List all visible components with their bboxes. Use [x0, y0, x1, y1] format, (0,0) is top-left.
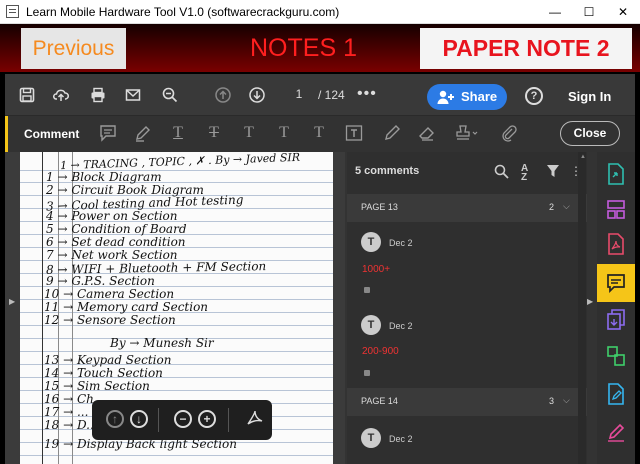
handwritten-line: 12 → Sensore Section [44, 313, 176, 327]
zoom-out-icon[interactable]: − [174, 410, 192, 428]
minimize-button[interactable]: — [538, 0, 572, 24]
search-comments-icon[interactable] [494, 164, 509, 179]
acrobat-logo-icon[interactable] [246, 409, 264, 427]
window-title: Learn Mobile Hardware Tool V1.0 (softwar… [26, 5, 340, 19]
left-panel-toggle-icon[interactable]: ▶ [9, 297, 15, 306]
combine-files-icon[interactable] [605, 308, 627, 332]
comment-text[interactable]: 1000+ [362, 264, 390, 275]
scroll-up-icon[interactable]: ▲ [580, 154, 586, 160]
handwritten-line: 14 → Touch Section [44, 366, 163, 380]
export-pdf-icon[interactable] [605, 162, 627, 186]
replace-text-icon[interactable]: T [240, 124, 258, 142]
comment-tool-label: Comment [24, 127, 80, 141]
handwritten-line: 6 → Set dead condition [46, 235, 186, 249]
comments-count: 5 comments [355, 165, 420, 177]
previous-button[interactable]: Previous [21, 28, 126, 69]
ruled-line [20, 455, 333, 456]
comment-icon[interactable] [605, 271, 627, 295]
page-number-input[interactable]: 1 [288, 87, 310, 103]
underline-text-icon[interactable]: T [169, 124, 187, 142]
insert-text-icon[interactable]: T [275, 124, 293, 142]
maximize-button[interactable]: ☐ [572, 0, 606, 24]
float-prev-page-icon[interactable]: ↑ [106, 410, 124, 428]
sign-in-button[interactable]: Sign In [568, 89, 611, 104]
sticky-note-icon[interactable] [99, 124, 117, 142]
page-total: / 124 [318, 88, 345, 102]
avatar: T [361, 315, 381, 335]
handwritten-line: 11 → Memory card Section [44, 300, 209, 314]
handwritten-line: 17 → ... [44, 405, 89, 419]
zoom-search-icon[interactable] [162, 87, 178, 103]
lock-icon [364, 370, 370, 376]
chevron-down-icon: ⌵ [563, 395, 570, 405]
handwritten-line: 9 → G.P.S. Section [46, 274, 155, 288]
float-next-page-icon[interactable]: ↓ [130, 410, 148, 428]
email-icon[interactable] [125, 87, 141, 103]
page-group-header[interactable]: PAGE 14 3 ⌵ [347, 388, 587, 416]
handwritten-line: 4 → Power on Section [46, 209, 178, 223]
text-box-icon[interactable] [345, 124, 363, 142]
handwritten-line: 10 → Camera Section [44, 287, 175, 301]
floating-page-controls: ↑ ↓ − + [92, 400, 272, 440]
comment-date: Dec 2 [389, 238, 413, 248]
close-window-button[interactable]: ✕ [606, 0, 640, 24]
handwritten-line: 13 → Keypad Section [44, 353, 172, 367]
divider [228, 408, 229, 432]
notes1-button[interactable]: NOTES 1 [250, 34, 357, 63]
fill-sign-icon[interactable] [605, 420, 627, 444]
highlight-pen-icon[interactable] [134, 124, 152, 142]
draw-pencil-icon[interactable] [383, 124, 401, 142]
handwritten-line: 15 → Sim Section [44, 379, 150, 393]
comment-text[interactable]: 200-900 [362, 346, 399, 357]
page-group-count: 3 [549, 396, 555, 406]
create-pdf-icon[interactable] [605, 232, 627, 256]
print-icon[interactable] [90, 87, 106, 103]
share-label: Share [461, 89, 498, 104]
panel-scrollbar[interactable]: ▲ [578, 152, 586, 464]
share-button[interactable]: Share [427, 84, 507, 110]
more-options-button[interactable]: ••• [357, 85, 377, 103]
handwritten-line: 5 → Condition of Board [46, 222, 187, 236]
margin-line [42, 152, 43, 464]
attach-icon[interactable] [500, 124, 518, 142]
upload-cloud-icon[interactable] [53, 87, 69, 103]
sort-az-icon[interactable]: AZ [521, 164, 528, 183]
lock-icon [364, 287, 370, 293]
page-group-count: 2 [549, 202, 555, 212]
avatar: T [361, 428, 381, 448]
divider [158, 408, 159, 432]
handwritten-line: 18 → D... [44, 418, 98, 432]
help-button[interactable]: ? [525, 87, 543, 105]
page-group-label: PAGE 14 [361, 396, 398, 406]
strikethrough-text-icon[interactable]: T [205, 124, 223, 142]
ruled-line [20, 351, 333, 352]
filter-icon[interactable] [546, 164, 560, 178]
handwritten-line: 1 → Block Diagram [46, 170, 162, 184]
handwritten-line: 7 → Net work Section [46, 248, 178, 262]
avatar: T [361, 232, 381, 252]
previous-page-icon[interactable] [215, 87, 231, 103]
comment-date: Dec 2 [389, 321, 413, 331]
page-group-label: PAGE 13 [361, 202, 398, 212]
edit-pdf-icon[interactable] [605, 382, 627, 406]
stamp-icon[interactable] [455, 124, 479, 142]
eraser-icon[interactable] [418, 124, 436, 142]
page-group-header[interactable]: PAGE 13 2 ⌵ [347, 194, 587, 222]
paper-note-2-button[interactable]: PAPER NOTE 2 [420, 28, 632, 69]
add-text-icon[interactable]: T [310, 124, 328, 142]
app-icon [6, 5, 19, 18]
handwritten-line: By → Munesh Sir [110, 336, 214, 350]
comment-date: Dec 2 [389, 434, 413, 444]
right-panel-toggle-icon[interactable]: ▶ [587, 297, 593, 306]
comment-toolbar-accent [5, 116, 8, 152]
next-page-icon[interactable] [249, 87, 265, 103]
share-person-icon [437, 90, 454, 104]
close-comment-button[interactable]: Close [560, 121, 620, 146]
organize-pages-icon[interactable] [605, 198, 627, 222]
save-icon[interactable] [19, 87, 35, 103]
zoom-in-icon[interactable]: + [198, 410, 216, 428]
window-titlebar: Learn Mobile Hardware Tool V1.0 (softwar… [0, 0, 640, 24]
chevron-down-icon: ⌵ [563, 201, 570, 211]
compress-pdf-icon[interactable] [605, 344, 627, 368]
